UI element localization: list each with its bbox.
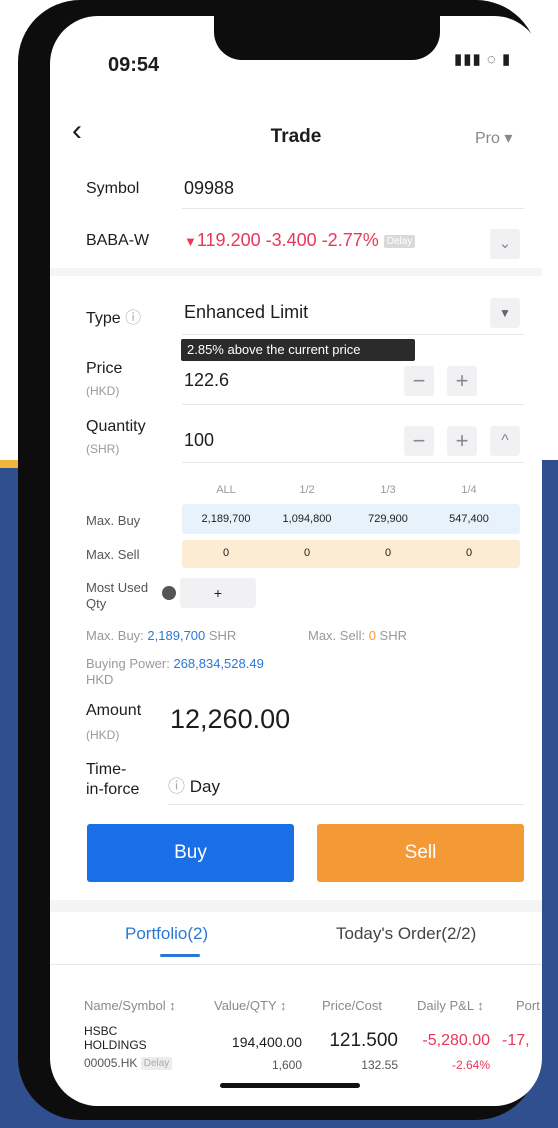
max-buy-third[interactable]: 729,900: [348, 513, 428, 525]
row-symbol: 00005.HK Delay: [84, 1056, 173, 1071]
max-sell-half[interactable]: 0: [267, 547, 347, 559]
quantity-label: Quantity: [86, 418, 146, 435]
max-sell-summary: Max. Sell: 0 SHR: [308, 628, 407, 643]
quantity-plus-button[interactable]: +: [447, 426, 477, 456]
row-cost: 132.55: [361, 1058, 398, 1072]
grid-header-all: ALL: [216, 484, 236, 496]
settings-icon[interactable]: [162, 586, 176, 600]
delay-badge: Delay: [140, 1057, 173, 1071]
tab-todays-order[interactable]: Today's Order(2/2): [336, 924, 476, 944]
quantity-input[interactable]: 100: [184, 430, 214, 451]
table-row[interactable]: HSBC HOLDINGS 00005.HK Delay 194,400.00 …: [50, 1024, 542, 1080]
status-time: 09:54: [108, 54, 160, 76]
price-unit: (HKD): [86, 384, 120, 398]
most-used-qty-label: Most Used Qty: [86, 580, 149, 611]
symbol-label: Symbol: [86, 180, 140, 197]
time-in-force-select[interactable]: ⓘ Day: [168, 772, 220, 797]
amount-label: Amount: [86, 702, 142, 719]
stock-name: BABA-W: [86, 232, 150, 249]
buy-button[interactable]: Buy: [87, 824, 294, 882]
price-change: -3.400: [265, 230, 317, 250]
tab-indicator: [160, 954, 200, 957]
amount-value: 12,260.00: [170, 704, 291, 734]
down-arrow-icon: ▼: [184, 234, 197, 249]
chevron-down-icon[interactable]: ⌄: [490, 229, 520, 259]
tab-portfolio[interactable]: Portfolio(2): [125, 924, 208, 944]
row-name: HSBC HOLDINGS: [84, 1024, 147, 1052]
price-label: Price: [86, 360, 123, 377]
row-qty: 1,600: [271, 1058, 302, 1072]
price-input[interactable]: 122.6: [184, 370, 229, 391]
max-buy-half[interactable]: 1,094,800: [267, 513, 347, 525]
row-value: 194,400.00: [231, 1034, 302, 1050]
order-type-select[interactable]: Enhanced Limit: [184, 302, 308, 323]
col-port[interactable]: Port: [516, 998, 540, 1013]
price-tooltip: 2.85% above the current price: [181, 339, 415, 361]
row-port: -17,: [502, 1032, 530, 1049]
row-daily-pnl-pct: -2.64%: [451, 1058, 490, 1072]
page-title: Trade: [270, 126, 322, 147]
col-price-cost[interactable]: Price/Cost: [322, 998, 382, 1013]
time-in-force-label: Time- in-force: [86, 761, 140, 798]
col-name-symbol[interactable]: Name/Symbol ↕: [84, 998, 176, 1013]
price-change-pct: -2.77%: [321, 230, 379, 250]
pro-mode-dropdown[interactable]: Pro ▾: [475, 128, 512, 148]
amount-unit: (HKD): [86, 728, 120, 742]
quantity-minus-button[interactable]: −: [404, 426, 434, 456]
max-buy-quarter[interactable]: 547,400: [429, 513, 509, 525]
max-buy-summary-value: 2,189,700: [147, 628, 206, 643]
section-divider: [50, 900, 542, 912]
chevron-up-icon[interactable]: ^: [490, 426, 520, 456]
quantity-unit: (SHR): [86, 442, 120, 456]
max-buy-label: Max. Buy: [86, 513, 141, 528]
type-label: Type ⓘ: [86, 310, 142, 327]
row-daily-pnl: -5,280.00: [422, 1032, 490, 1049]
delay-badge: Delay: [383, 234, 416, 248]
sell-button[interactable]: Sell: [317, 824, 524, 882]
buying-power-value: 268,834,528.49: [173, 656, 264, 671]
grid-header-third: 1/3: [380, 484, 396, 496]
info-icon[interactable]: ⓘ: [125, 310, 141, 327]
grid-header-quarter: 1/4: [461, 484, 477, 496]
phone-frame: 09:54 ▮▮▮ ◌ ▮ ‹ Trade Pro ▾ Symbol 09988…: [18, 0, 542, 1120]
max-sell-summary-value: 0: [368, 628, 376, 643]
price-minus-button[interactable]: −: [404, 366, 434, 396]
home-indicator: [220, 1083, 360, 1088]
time-in-force-value: Day: [189, 777, 220, 796]
max-buy-summary: Max. Buy: 2,189,700 SHR: [86, 628, 237, 643]
max-buy-all[interactable]: 2,189,700: [186, 513, 266, 525]
last-price: 119.200: [196, 230, 261, 250]
max-sell-label: Max. Sell: [86, 547, 140, 562]
max-sell-third[interactable]: 0: [348, 547, 428, 559]
buying-power: Buying Power: 268,834,528.49: [86, 656, 264, 671]
max-sell-all[interactable]: 0: [186, 547, 266, 559]
symbol-input[interactable]: 09988: [184, 178, 234, 199]
grid-header-half: 1/2: [299, 484, 315, 496]
row-price: 121.500: [329, 1030, 398, 1051]
price-plus-button[interactable]: +: [447, 366, 477, 396]
quote-line: ▼119.200 -3.400 -2.77% Delay: [184, 230, 416, 251]
dropdown-arrow-icon[interactable]: ▼: [490, 298, 520, 328]
add-most-used-button[interactable]: +: [180, 578, 256, 608]
info-icon[interactable]: ⓘ: [168, 777, 185, 796]
max-sell-quarter[interactable]: 0: [429, 547, 509, 559]
buying-power-unit: HKD: [86, 672, 114, 687]
col-value-qty[interactable]: Value/QTY ↕: [214, 998, 287, 1013]
phone-screen: 09:54 ▮▮▮ ◌ ▮ ‹ Trade Pro ▾ Symbol 09988…: [50, 16, 542, 1106]
notch: [214, 16, 440, 60]
status-icons: ▮▮▮ ◌ ▮: [454, 51, 512, 68]
col-daily-pnl[interactable]: Daily P&L ↕: [417, 998, 484, 1013]
